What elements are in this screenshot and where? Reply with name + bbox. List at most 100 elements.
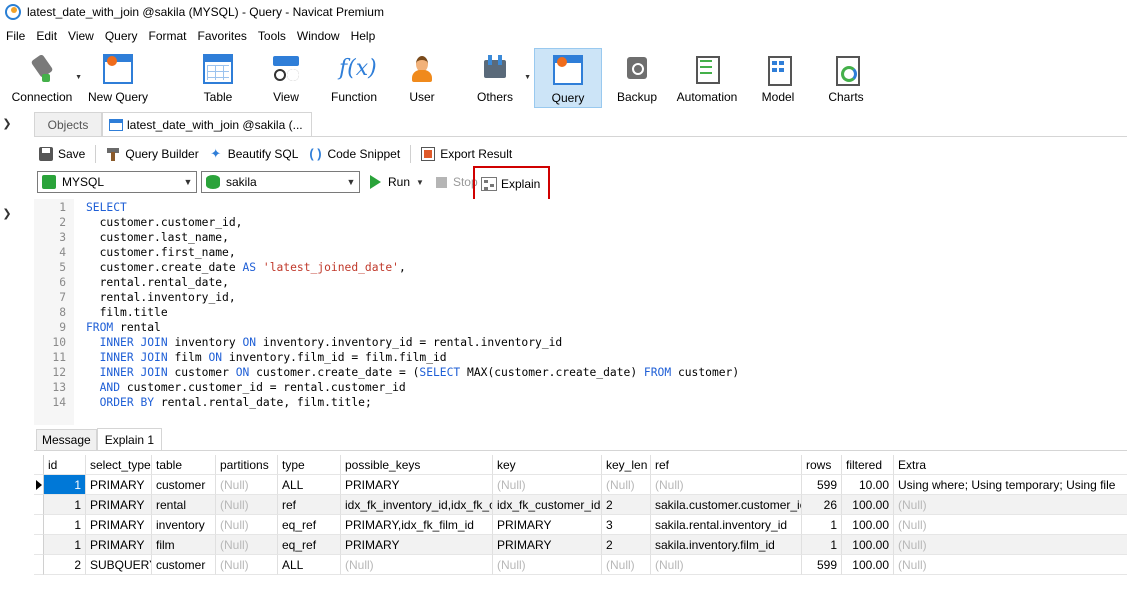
table-cell[interactable]: 100.00 [842, 495, 894, 515]
stop-button[interactable]: Stop [435, 175, 478, 189]
beautify-sql-button[interactable]: ✦ Beautify SQL [204, 143, 304, 165]
table-cell[interactable]: eq_ref [278, 515, 341, 535]
table-cell[interactable]: (Null) [602, 555, 651, 575]
table-cell[interactable]: rental [152, 495, 216, 515]
column-header-extra[interactable]: Extra [894, 455, 1127, 475]
table-cell[interactable]: 2 [44, 555, 86, 575]
model-button[interactable]: Model [742, 48, 814, 108]
table-cell[interactable]: (Null) [894, 535, 1127, 555]
column-header-key-len[interactable]: key_len [602, 455, 651, 475]
table-cell[interactable]: customer [152, 555, 216, 575]
query-button[interactable]: Query [534, 48, 602, 108]
table-cell[interactable]: 599 [802, 555, 842, 575]
run-button[interactable]: Run ▼ [370, 175, 424, 189]
table-cell[interactable]: 3 [602, 515, 651, 535]
table-cell[interactable]: (Null) [894, 495, 1127, 515]
column-header-select-type[interactable]: select_type [86, 455, 152, 475]
table-cell[interactable]: 100.00 [842, 515, 894, 535]
table-row[interactable]: 1 PRIMARY inventory (Null) eq_ref PRIMARY,idx… [34, 515, 1127, 535]
table-cell[interactable]: (Null) [493, 475, 602, 495]
row-indicator[interactable] [34, 555, 44, 575]
menu-view[interactable]: View [62, 29, 99, 43]
table-cell[interactable]: SUBQUERY [86, 555, 152, 575]
export-result-button[interactable]: Export Result [416, 143, 517, 165]
table-cell[interactable]: 26 [802, 495, 842, 515]
table-cell[interactable]: eq_ref [278, 535, 341, 555]
column-header-ref[interactable]: ref [651, 455, 802, 475]
menu-query[interactable]: Query [99, 29, 143, 43]
table-cell[interactable]: inventory [152, 515, 216, 535]
table-cell[interactable]: ALL [278, 555, 341, 575]
table-cell[interactable]: ALL [278, 475, 341, 495]
chevron-down-icon[interactable]: ▼ [75, 74, 82, 81]
query-builder-button[interactable]: Query Builder [101, 143, 203, 165]
table-cell[interactable]: sakila.customer.customer_ic [651, 495, 802, 515]
column-header-key[interactable]: key [493, 455, 602, 475]
column-header-filtered[interactable]: filtered [842, 455, 894, 475]
table-cell[interactable]: sakila.rental.inventory_id [651, 515, 802, 535]
menu-window[interactable]: Window [291, 29, 345, 43]
connection-button[interactable]: Connection ▼ [2, 48, 82, 108]
tab-explain-1[interactable]: Explain 1 [96, 428, 163, 450]
table-cell[interactable]: film [152, 535, 216, 555]
automation-button[interactable]: Automation [672, 48, 742, 108]
table-cell[interactable]: 599 [802, 475, 842, 495]
table-cell[interactable]: (Null) [894, 515, 1127, 535]
column-header-table[interactable]: table [152, 455, 216, 475]
table-cell[interactable]: PRIMARY [86, 475, 152, 495]
table-cell[interactable]: 1 [44, 515, 86, 535]
column-header-possible-keys[interactable]: possible_keys [341, 455, 493, 475]
table-cell[interactable]: 1 [802, 535, 842, 555]
menu-favorites[interactable]: Favorites [192, 29, 252, 43]
view-button[interactable]: View [252, 48, 320, 108]
row-indicator[interactable] [34, 535, 44, 555]
table-cell[interactable]: ref [278, 495, 341, 515]
column-header-rows[interactable]: rows [802, 455, 842, 475]
table-cell[interactable]: PRIMARY [493, 515, 602, 535]
collapse-chevron-icon[interactable]: ❯ [0, 207, 14, 221]
chevron-down-icon[interactable]: ▼ [524, 74, 531, 81]
table-cell[interactable]: customer [152, 475, 216, 495]
table-cell[interactable]: PRIMARY [86, 535, 152, 555]
column-header-type[interactable]: type [278, 455, 341, 475]
menu-file[interactable]: File [0, 29, 30, 43]
tab-query[interactable]: latest_date_with_join @sakila (... [102, 112, 312, 136]
function-button[interactable]: f(x) Function [320, 48, 388, 108]
table-cell[interactable]: (Null) [216, 475, 278, 495]
charts-button[interactable]: Charts [814, 48, 878, 108]
table-cell[interactable]: 100.00 [842, 535, 894, 555]
row-indicator[interactable] [34, 515, 44, 535]
table-cell[interactable]: PRIMARY,idx_fk_film_id [341, 515, 493, 535]
table-cell[interactable]: idx_fk_inventory_id,idx_fk_cu [341, 495, 493, 515]
table-cell[interactable]: (Null) [602, 475, 651, 495]
table-cell[interactable]: (Null) [651, 555, 802, 575]
table-row[interactable]: 2 SUBQUERY customer (Null) ALL (Null) (Null) (N… [34, 555, 1127, 575]
table-row[interactable]: 1 PRIMARY customer (Null) ALL PRIMARY (Null) (N… [34, 475, 1127, 495]
column-header-id[interactable]: id [44, 455, 86, 475]
database-select[interactable]: sakila ▼ [201, 171, 360, 193]
table-cell[interactable]: (Null) [341, 555, 493, 575]
table-cell[interactable]: (Null) [493, 555, 602, 575]
table-cell[interactable]: PRIMARY [341, 475, 493, 495]
table-cell[interactable]: PRIMARY [341, 535, 493, 555]
table-cell[interactable]: 1 [44, 535, 86, 555]
chevron-down-icon[interactable]: ▼ [416, 178, 424, 187]
table-cell[interactable]: Using where; Using temporary; Using file [894, 475, 1127, 495]
column-header-partitions[interactable]: partitions [216, 455, 278, 475]
table-cell[interactable]: idx_fk_customer_id [493, 495, 602, 515]
new-query-button[interactable]: New Query [82, 48, 154, 108]
menu-edit[interactable]: Edit [30, 29, 62, 43]
table-row[interactable]: 1 PRIMARY rental (Null) ref idx_fk_inventory_… [34, 495, 1127, 515]
others-button[interactable]: Others ▼ [456, 48, 534, 108]
menu-help[interactable]: Help [345, 29, 381, 43]
table-cell[interactable]: 1 [44, 475, 86, 495]
table-cell[interactable]: (Null) [651, 475, 802, 495]
row-indicator[interactable] [34, 495, 44, 515]
table-cell[interactable]: (Null) [216, 495, 278, 515]
table-cell[interactable]: (Null) [216, 555, 278, 575]
connection-select[interactable]: MYSQL ▼ [37, 171, 197, 193]
table-cell[interactable]: 2 [602, 535, 651, 555]
menu-format[interactable]: Format [143, 29, 192, 43]
code-snippet-button[interactable]: ( ) Code Snippet [303, 143, 405, 165]
backup-button[interactable]: Backup [602, 48, 672, 108]
